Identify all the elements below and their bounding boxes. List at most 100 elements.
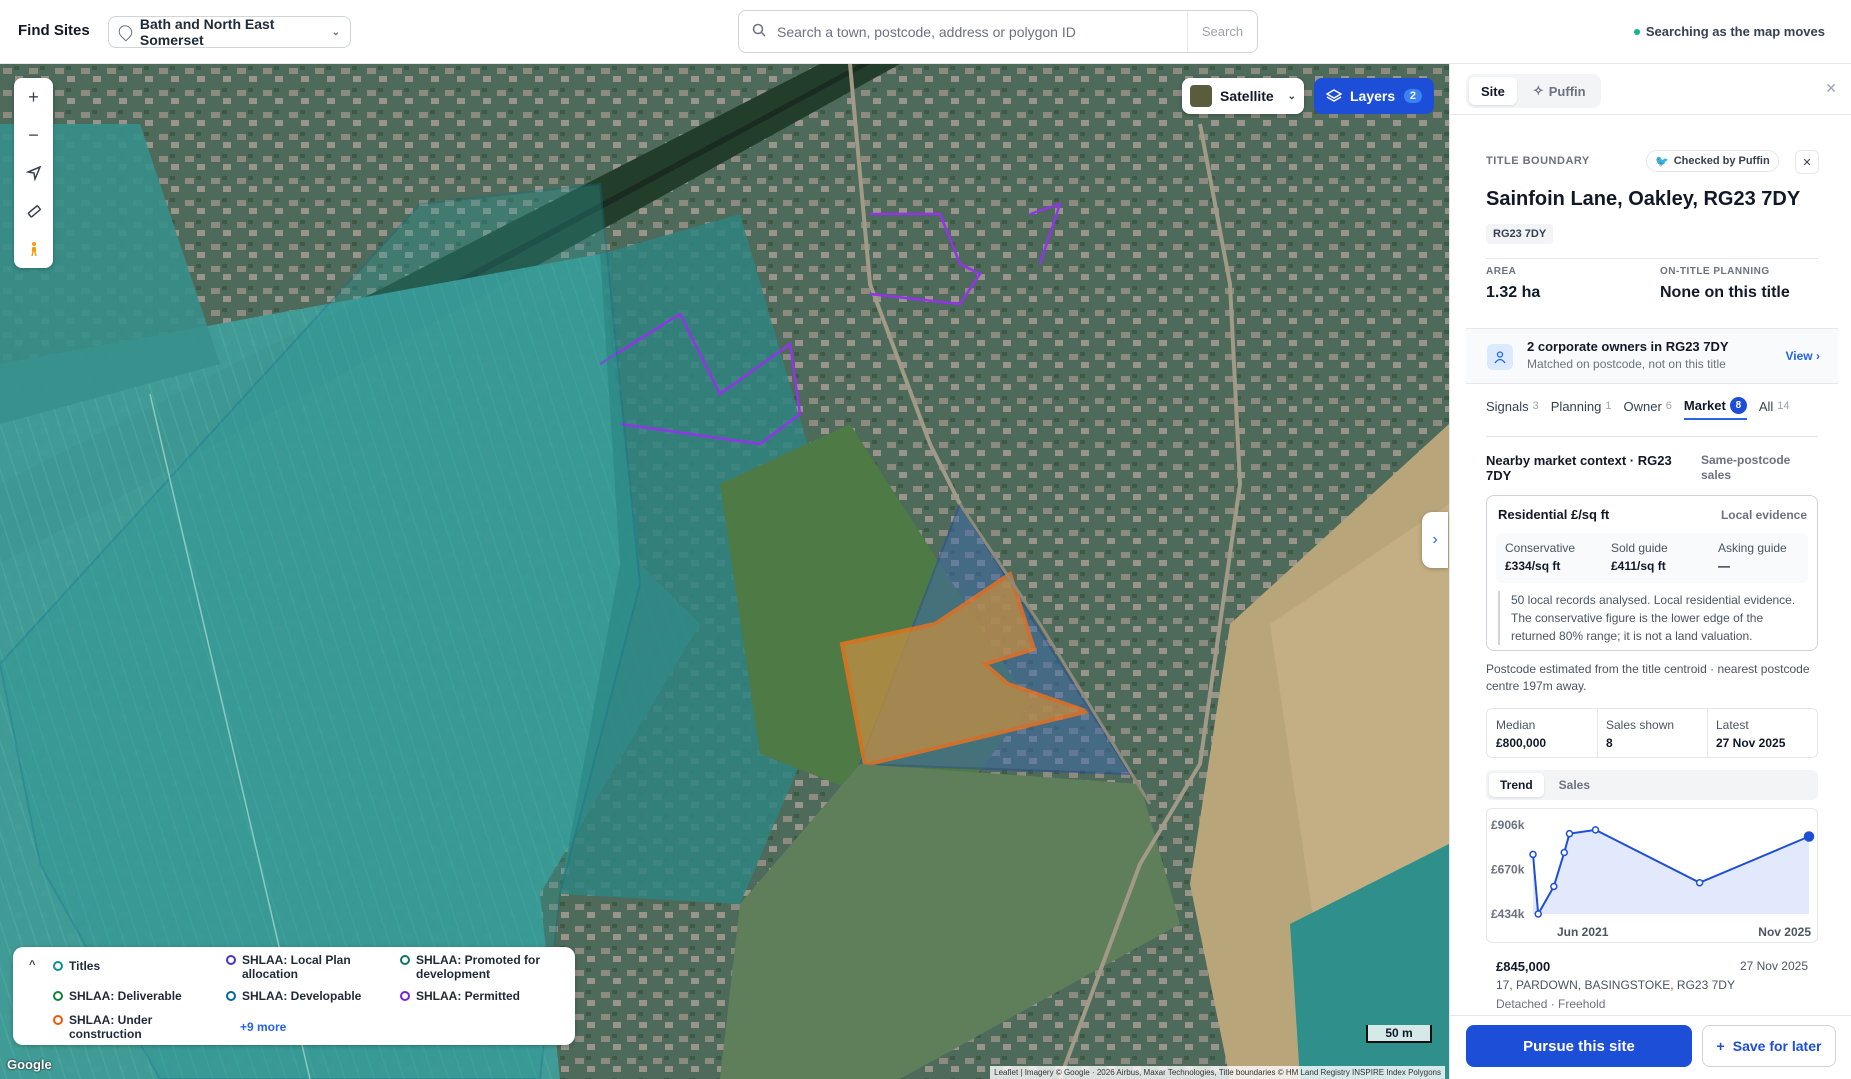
chevron-right-icon: › xyxy=(1432,531,1438,548)
page-title: Find Sites xyxy=(18,22,90,39)
tab-planning[interactable]: Planning 1 xyxy=(1551,392,1612,420)
tab-sales[interactable]: Sales xyxy=(1548,773,1601,797)
zoom-in-button[interactable]: + xyxy=(14,78,53,116)
signal-tabs: Signals 3 Planning 1 Owner 6 Market 8 All 14 xyxy=(1486,392,1790,420)
status-dot-icon xyxy=(1633,28,1640,35)
pegman-icon xyxy=(30,242,37,257)
y-tick-label: £434k xyxy=(1491,907,1525,921)
postcode-note: Postcode estimated from the title centro… xyxy=(1486,662,1810,693)
search-bar: Search xyxy=(738,10,1258,53)
x-tick-label: Jun 2021 xyxy=(1557,925,1609,939)
site-title: Sainfoin Lane, Oakley, RG23 7DY xyxy=(1486,188,1801,210)
ruler-icon xyxy=(27,205,41,218)
action-bar: Pursue this site + Save for later xyxy=(1450,1015,1851,1079)
postcode-chip: RG23 7DY xyxy=(1486,224,1554,244)
scale-bar: 50 m xyxy=(1366,1025,1432,1043)
save-for-later-button[interactable]: + Save for later xyxy=(1702,1025,1836,1067)
panel-toggle-button[interactable]: › xyxy=(1422,512,1448,568)
evidence-badge: Local evidence xyxy=(1720,508,1807,522)
street-view-button[interactable] xyxy=(14,230,53,268)
trend-point xyxy=(1529,850,1537,859)
plus-icon: + xyxy=(1716,1038,1725,1054)
area-value: 1.32 ha xyxy=(1486,284,1541,301)
legend-swatch xyxy=(53,961,63,971)
region-select[interactable]: Bath and North East Somerset ⌄ xyxy=(108,16,351,48)
owners-title: 2 corporate owners in RG23 7DY xyxy=(1527,339,1729,354)
search-button[interactable]: Search xyxy=(1187,11,1257,52)
legend-swatch xyxy=(400,955,410,965)
sales-shown-cell: Sales shown 8 xyxy=(1606,718,1675,750)
legend-swatch xyxy=(226,955,236,965)
clear-selection-button[interactable]: ✕ xyxy=(1795,150,1819,174)
chevron-right-icon: › xyxy=(1816,349,1820,363)
owners-view-link[interactable]: View › xyxy=(1786,349,1820,363)
divider xyxy=(1707,709,1708,757)
planning-value: None on this title xyxy=(1660,284,1790,301)
close-panel-icon[interactable]: ✕ xyxy=(1825,80,1837,97)
tab-market[interactable]: Market 8 xyxy=(1683,392,1747,420)
chevron-down-icon: ⌄ xyxy=(331,26,340,38)
sales-stats: Median £800,000 Sales shown 8 Latest 27 Nov… xyxy=(1486,708,1818,758)
chart-tabs: Trend Sales xyxy=(1486,770,1818,800)
tab-site[interactable]: Site xyxy=(1469,77,1517,105)
market-side-label: Same-postcode sales xyxy=(1701,453,1791,482)
navigation-arrow-icon xyxy=(25,165,41,181)
legend-more-link[interactable]: +9 more xyxy=(240,1020,286,1034)
basemap-select[interactable]: Satellite ⌄ xyxy=(1182,78,1304,114)
conservative-cell: Conservative £334/sq ft xyxy=(1505,541,1576,573)
locate-button[interactable] xyxy=(14,154,53,192)
map-attribution: Leaflet | Imagery © Google · 2026 Airbus… xyxy=(990,1066,1445,1079)
sale-price: £845,000 xyxy=(1496,959,1551,974)
sparkle-icon: ✧ xyxy=(1532,83,1544,98)
trend-area xyxy=(1533,829,1809,914)
tab-owner[interactable]: Owner 6 xyxy=(1624,392,1672,420)
asking-cell: Asking guide — xyxy=(1718,541,1787,573)
tab-puffin[interactable]: ✧ Puffin xyxy=(1521,77,1598,105)
owners-subtitle: Matched on postcode, not on this title xyxy=(1527,357,1726,371)
divider xyxy=(1486,436,1818,437)
divider xyxy=(1486,258,1818,259)
collapse-legend-icon[interactable]: ^ xyxy=(29,959,35,971)
legend-swatch xyxy=(226,991,236,1001)
map-canvas[interactable]: + − Satellite ⌄ Layers 2 › ^ Titles SHLA… xyxy=(0,64,1449,1079)
trend-point xyxy=(1534,910,1542,918)
trend-point xyxy=(1591,826,1600,834)
layers-icon xyxy=(1326,89,1342,102)
pursue-site-button[interactable]: Pursue this site xyxy=(1466,1025,1692,1067)
median-cell: Median £800,000 xyxy=(1496,718,1547,750)
owners-card: 2 corporate owners in RG23 7DY Matched o… xyxy=(1466,328,1838,384)
search-input[interactable] xyxy=(769,23,1187,40)
zoom-out-button[interactable]: − xyxy=(14,116,53,154)
legend-swatch xyxy=(53,1015,63,1025)
region-label: Bath and North East Somerset xyxy=(139,16,275,48)
divider xyxy=(1597,709,1598,757)
residential-note: 50 local records analysed. Local residen… xyxy=(1498,591,1810,645)
layers-label: Layers xyxy=(1350,88,1396,104)
y-tick-label: £906k xyxy=(1491,818,1525,832)
measure-button[interactable] xyxy=(14,192,53,230)
market-title: Nearby market context · RG23 7DY xyxy=(1486,453,1672,483)
trend-point xyxy=(1560,848,1568,857)
tab-all[interactable]: All 14 xyxy=(1759,392,1790,420)
sale-date: 27 Nov 2025 xyxy=(1739,959,1808,973)
residential-title: Residential £/sq ft xyxy=(1498,507,1610,522)
sale-type: Detached · Freehold xyxy=(1496,997,1606,1011)
checked-badge: 🐦 Checked by Puffin xyxy=(1646,150,1779,172)
chevron-down-icon: ⌄ xyxy=(1287,90,1296,102)
legend-item: Titles xyxy=(53,959,100,973)
legend-item: SHLAA: Permitted xyxy=(400,989,520,1003)
tab-trend[interactable]: Trend xyxy=(1489,773,1544,797)
sold-cell: Sold guide £411/sq ft xyxy=(1611,541,1668,573)
trend-point xyxy=(1803,831,1815,842)
puffin-icon: 🐦 xyxy=(1655,155,1669,168)
tab-signals[interactable]: Signals 3 xyxy=(1486,392,1539,420)
sale-address: 17, PARDOWN, BASINGSTOKE, RG23 7DY xyxy=(1496,978,1735,992)
layers-count-badge: 2 xyxy=(1403,89,1422,103)
site-panel: Site ✧ Puffin ✕ TITLE BOUNDARY 🐦 Checked… xyxy=(1449,64,1851,1079)
planning-label: ON-TITLE PLANNING xyxy=(1660,266,1770,277)
layers-button[interactable]: Layers 2 xyxy=(1314,78,1434,114)
location-pin-icon xyxy=(115,22,135,42)
trend-chart-svg: £906k £670k £434k Jun 2021 Nov 2025 xyxy=(1491,818,1815,939)
divider xyxy=(1450,114,1851,115)
satellite-thumbnail-icon xyxy=(1190,85,1212,107)
